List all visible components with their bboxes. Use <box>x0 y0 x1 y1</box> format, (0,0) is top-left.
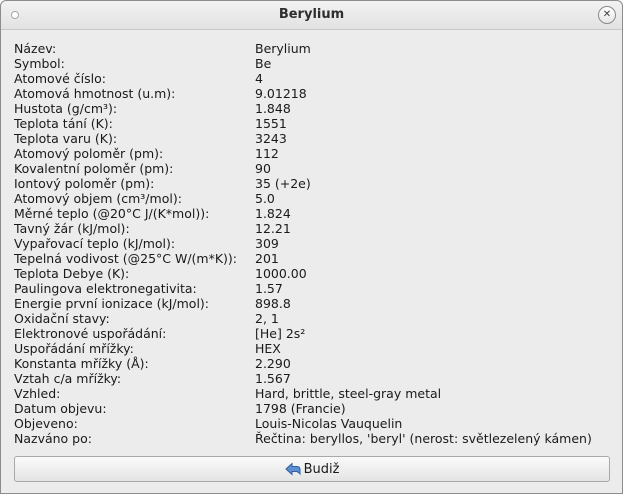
property-label: Název: <box>14 41 57 56</box>
property-value: 90 <box>255 161 271 176</box>
property-label: Vypařovací teplo (kJ/mol): <box>14 236 176 251</box>
property-row: Atomové číslo: 4 <box>14 71 614 86</box>
ok-button-label: Budiž <box>303 461 340 477</box>
property-label: Tavný žár (kJ/mol): <box>14 221 130 236</box>
property-value: 898.8 <box>255 296 291 311</box>
property-label: Datum objevu: <box>14 401 107 416</box>
property-label: Měrné teplo (@20°C J/(K*mol)): <box>14 206 210 221</box>
property-label: Atomová hmotnost (u.m): <box>14 86 176 101</box>
property-row: Paulingova elektronegativita: 1.57 <box>14 281 614 296</box>
close-button[interactable]: ✕ <box>598 6 616 24</box>
property-value: Hard, brittle, steel-gray metal <box>255 386 442 401</box>
property-label: Paulingova elektronegativita: <box>14 281 197 296</box>
property-row: Atomový objem (cm³/mol): 5.0 <box>14 191 614 206</box>
property-value: 2, 1 <box>255 311 279 326</box>
property-row: Teplota varu (K): 3243 <box>14 131 614 146</box>
property-value: 12.21 <box>255 221 291 236</box>
property-row: Konstanta mřížky (Å): 2.290 <box>14 356 614 371</box>
property-value: 4 <box>255 71 263 86</box>
property-row: Symbol: Be <box>14 56 614 71</box>
property-label: Iontový poloměr (pm): <box>14 176 155 191</box>
property-row: Uspořádání mřížky: HEX <box>14 341 614 356</box>
property-row: Atomová hmotnost (u.m): 9.01218 <box>14 86 614 101</box>
property-label: Energie první ionizace (kJ/mol): <box>14 296 210 311</box>
property-label: Hustota (g/cm³): <box>14 101 118 116</box>
property-row: Teplota tání (K): 1551 <box>14 116 614 131</box>
properties-list: Název: Berylium Symbol: Be Atomové číslo: 4 At… <box>14 41 614 446</box>
close-icon: ✕ <box>602 9 612 20</box>
property-label: Elektronové uspořádání: <box>14 326 167 341</box>
property-value: 1.824 <box>255 206 291 221</box>
property-value: [He] 2s² <box>255 326 306 341</box>
property-row: Hustota (g/cm³): 1.848 <box>14 101 614 116</box>
property-value: 1.567 <box>255 371 291 386</box>
property-label: Symbol: <box>14 56 65 71</box>
property-label: Objeveno: <box>14 416 78 431</box>
property-value: 5.0 <box>255 191 275 206</box>
property-row: Měrné teplo (@20°C J/(K*mol)): 1.824 <box>14 206 614 221</box>
property-label: Uspořádání mřížky: <box>14 341 134 356</box>
property-row: Vypařovací teplo (kJ/mol): 309 <box>14 236 614 251</box>
property-label: Teplota Debye (K): <box>14 266 130 281</box>
property-row: Iontový poloměr (pm): 35 (+2e) <box>14 176 614 191</box>
property-row: Elektronové uspořádání: [He] 2s² <box>14 326 614 341</box>
property-row: Kovalentní poloměr (pm): 90 <box>14 161 614 176</box>
property-value: Be <box>255 56 272 71</box>
property-value: Louis-Nicolas Vauquelin <box>255 416 403 431</box>
element-info-dialog: Berylium ✕ Název: Berylium Symbol: Be Atomov… <box>0 0 623 494</box>
property-label: Teplota tání (K): <box>14 116 113 131</box>
property-label: Oxidační stavy: <box>14 311 110 326</box>
property-value: Řečtina: beryllos, 'beryl' (nerost: svět… <box>255 431 592 446</box>
property-value: 2.290 <box>255 356 291 371</box>
property-value: 3243 <box>255 131 287 146</box>
property-label: Atomový poloměr (pm): <box>14 146 164 161</box>
ok-button[interactable]: Budiž <box>14 456 610 482</box>
property-label: Vzhled: <box>14 386 61 401</box>
property-value: 112 <box>255 146 279 161</box>
property-row: Oxidační stavy: 2, 1 <box>14 311 614 326</box>
property-value: 9.01218 <box>255 86 307 101</box>
property-label: Konstanta mřížky (Å): <box>14 356 149 371</box>
property-value: 35 (+2e) <box>255 176 311 191</box>
back-arrow-icon <box>284 462 301 476</box>
property-value: 1798 (Francie) <box>255 401 346 416</box>
property-row: Teplota Debye (K): 1000.00 <box>14 266 614 281</box>
property-row: Vzhled: Hard, brittle, steel-gray metal <box>14 386 614 401</box>
property-row: Tepelná vodivost (@25°C W/(m*K)): 201 <box>14 251 614 266</box>
titlebar[interactable]: Berylium ✕ <box>1 1 622 30</box>
property-label: Kovalentní poloměr (pm): <box>14 161 174 176</box>
property-row: Datum objevu: 1798 (Francie) <box>14 401 614 416</box>
property-label: Vztah c/a mřížky: <box>14 371 122 386</box>
property-value: 1551 <box>255 116 287 131</box>
property-label: Tepelná vodivost (@25°C W/(m*K)): <box>14 251 238 266</box>
property-row: Objeveno: Louis-Nicolas Vauquelin <box>14 416 614 431</box>
property-label: Teplota varu (K): <box>14 131 118 146</box>
property-value: 1000.00 <box>255 266 307 281</box>
property-row: Název: Berylium <box>14 41 614 56</box>
property-value: HEX <box>255 341 281 356</box>
property-value: 1.57 <box>255 281 283 296</box>
property-label: Nazváno po: <box>14 431 92 446</box>
property-label: Atomový objem (cm³/mol): <box>14 191 182 206</box>
property-value: 201 <box>255 251 279 266</box>
property-row: Tavný žár (kJ/mol): 12.21 <box>14 221 614 236</box>
property-value: 309 <box>255 236 279 251</box>
property-value: 1.848 <box>255 101 291 116</box>
property-row: Nazváno po: Řečtina: beryllos, 'beryl' (n… <box>14 431 614 446</box>
property-label: Atomové číslo: <box>14 71 106 86</box>
property-row: Atomový poloměr (pm): 112 <box>14 146 614 161</box>
property-row: Vztah c/a mřížky: 1.567 <box>14 371 614 386</box>
property-row: Energie první ionizace (kJ/mol): 898.8 <box>14 296 614 311</box>
property-value: Berylium <box>255 41 311 56</box>
window-title: Berylium <box>278 7 345 22</box>
